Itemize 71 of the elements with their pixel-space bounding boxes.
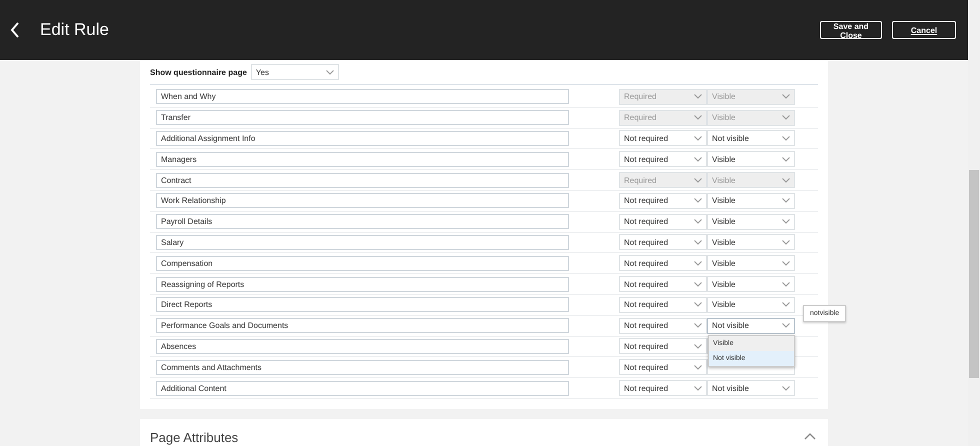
required-select[interactable]: Not required bbox=[619, 234, 707, 250]
required-select[interactable]: Not required bbox=[619, 276, 707, 292]
chevron-icon bbox=[782, 302, 790, 308]
section-name-field[interactable]: Absences bbox=[156, 338, 569, 354]
section-name-field[interactable]: Managers bbox=[156, 152, 569, 167]
required-select[interactable]: Not required bbox=[619, 338, 707, 354]
visibility-select[interactable]: Not visible bbox=[707, 318, 795, 334]
section-name-field[interactable]: Comments and Attachments bbox=[156, 360, 569, 375]
chevron-icon bbox=[782, 260, 790, 266]
section-name-field[interactable]: Compensation bbox=[156, 256, 569, 271]
chevron-icon bbox=[326, 70, 334, 74]
chevron-icon bbox=[694, 302, 702, 308]
chevron-icon bbox=[694, 282, 702, 287]
chevron-icon bbox=[782, 198, 790, 204]
questionnaire-select[interactable]: Yes bbox=[250, 64, 339, 80]
chevron-icon bbox=[694, 344, 702, 349]
chevron-icon bbox=[782, 386, 790, 391]
required-select[interactable]: Not required bbox=[619, 296, 707, 313]
chevron-icon bbox=[694, 240, 702, 245]
chevron-icon bbox=[782, 156, 790, 162]
save-and-close-button[interactable]: Save and Close bbox=[820, 21, 882, 39]
chevron-icon bbox=[694, 115, 702, 120]
back-icon[interactable] bbox=[10, 22, 20, 38]
required-select[interactable]: Not required bbox=[619, 359, 707, 376]
chevron-icon bbox=[694, 136, 702, 141]
section-name-field[interactable]: Additional Content bbox=[156, 380, 569, 396]
visibility-select[interactable]: Visible bbox=[707, 151, 795, 168]
visibility-select[interactable]: Not visible bbox=[707, 380, 795, 396]
chevron-icon bbox=[694, 364, 702, 370]
chevron-icon bbox=[694, 156, 702, 162]
required-select[interactable]: Not required bbox=[619, 380, 707, 396]
required-select[interactable]: Not required bbox=[619, 192, 707, 209]
visibility-select[interactable]: Visible bbox=[707, 276, 795, 292]
section-name-field[interactable]: Additional Assignment Info bbox=[156, 130, 569, 146]
chevron-icon bbox=[782, 240, 790, 245]
section-title: Page Attributes bbox=[150, 430, 238, 446]
chevron-icon bbox=[694, 260, 702, 266]
chevron-icon bbox=[694, 198, 702, 204]
chevron-icon bbox=[694, 323, 702, 328]
collapse-icon[interactable] bbox=[804, 433, 816, 440]
chevron-icon bbox=[694, 94, 702, 100]
chevron-icon bbox=[694, 178, 702, 183]
required-select[interactable]: Not required bbox=[619, 130, 707, 146]
chevron-icon bbox=[694, 219, 702, 224]
chevron-icon bbox=[782, 219, 790, 224]
visibility-select[interactable]: Visible bbox=[707, 234, 795, 250]
chevron-icon bbox=[782, 323, 790, 328]
chevron-icon bbox=[782, 178, 790, 183]
chevron-icon bbox=[782, 136, 790, 141]
section-name-field[interactable]: Salary bbox=[156, 234, 569, 250]
visibility-select[interactable]: Visible bbox=[707, 255, 795, 272]
chevron-icon bbox=[782, 282, 790, 287]
visibility-select[interactable]: Not visible bbox=[707, 130, 795, 146]
required-select[interactable]: Not required bbox=[619, 318, 707, 334]
visibility-select[interactable]: Visible bbox=[707, 214, 795, 230]
questionnaire-label: Show questionnaire page bbox=[150, 68, 247, 76]
chevron-icon bbox=[694, 386, 702, 391]
section-name-field[interactable]: Work Relationship bbox=[156, 193, 569, 208]
section-name-field[interactable]: Direct Reports bbox=[156, 297, 569, 312]
section-name-field[interactable]: Payroll Details bbox=[156, 214, 569, 230]
required-select[interactable]: Not required bbox=[619, 214, 707, 230]
chevron-icon bbox=[782, 115, 790, 120]
cancel-button[interactable]: Cancel bbox=[892, 21, 956, 39]
required-select[interactable]: Not required bbox=[619, 255, 707, 272]
section-name-field[interactable]: Reassigning of Reports bbox=[156, 276, 569, 292]
required-select[interactable]: Not required bbox=[619, 151, 707, 168]
visibility-select[interactable]: Visible bbox=[707, 296, 795, 313]
visibility-select[interactable]: Visible bbox=[707, 192, 795, 209]
chevron-icon bbox=[782, 94, 790, 100]
section-name-field[interactable]: Performance Goals and Documents bbox=[156, 318, 569, 334]
page-title: Edit Rule bbox=[40, 20, 109, 40]
